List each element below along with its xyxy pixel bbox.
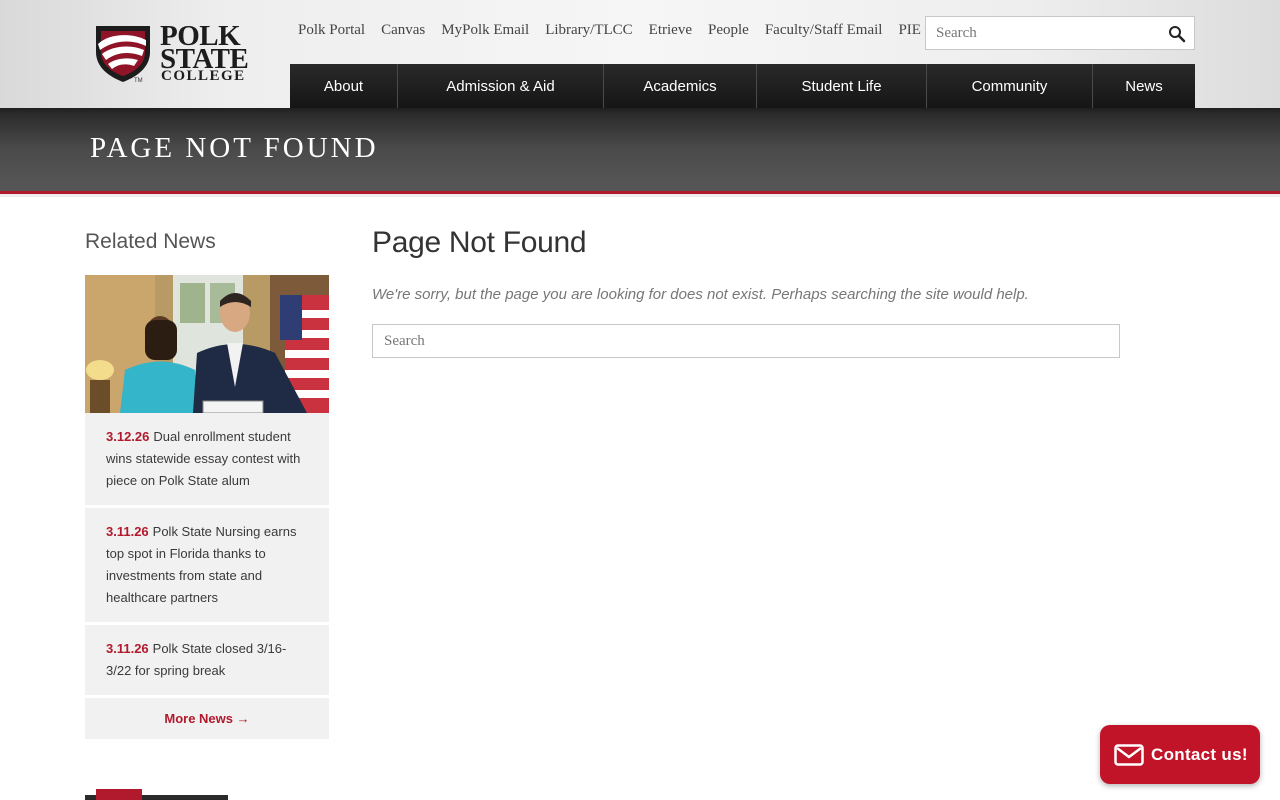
content-heading: Page Not Found (372, 226, 587, 259)
more-news-link[interactable]: More News → (85, 698, 329, 739)
news-item[interactable]: 3.11.26 Polk State closed 3/16-3/22 for s… (85, 625, 329, 695)
util-link-canvas[interactable]: Canvas (381, 22, 425, 42)
news-item[interactable]: 3.11.26 Polk State Nursing earns top spot… (85, 508, 329, 622)
util-link-library[interactable]: Library/TLCC (545, 22, 632, 42)
nav-student-life[interactable]: Student Life (757, 64, 927, 108)
site-header: TM POLK STATE COLLEGE Polk Portal Canvas… (0, 0, 1280, 108)
header-search (925, 16, 1195, 50)
page-title: PAGE NOT FOUND (90, 132, 379, 164)
nav-community[interactable]: Community (927, 64, 1093, 108)
news-date: 3.12.26 (106, 429, 150, 444)
contact-us-label: Contact us! (1151, 744, 1248, 764)
sidebar-section-tab (85, 789, 228, 800)
util-link-etrieve[interactable]: Etrieve (649, 22, 692, 42)
contact-us-button[interactable]: Contact us! (1100, 725, 1260, 784)
util-link-polk-portal[interactable]: Polk Portal (298, 22, 365, 42)
related-news-heading: Related News (85, 230, 216, 253)
page-search-input[interactable] (373, 325, 1119, 357)
nav-admission-aid[interactable]: Admission & Aid (398, 64, 604, 108)
shield-logo-icon: TM (96, 26, 150, 84)
news-date: 3.11.26 (106, 524, 149, 539)
util-link-mypolk-email[interactable]: MyPolk Email (441, 22, 529, 42)
nav-news[interactable]: News (1093, 64, 1195, 108)
util-link-people[interactable]: People (708, 22, 749, 42)
news-photo-image (85, 275, 329, 413)
sidebar-tab-accent (96, 789, 142, 800)
main-nav: About Admission & Aid Academics Student … (290, 64, 1195, 108)
page-search (372, 324, 1120, 358)
nav-academics[interactable]: Academics (604, 64, 757, 108)
polk-state-logo[interactable]: TM POLK STATE COLLEGE (92, 22, 268, 84)
search-icon[interactable] (1168, 25, 1186, 43)
logo-line-college: COLLEGE (161, 68, 246, 84)
sidebar: Related News 3.12.26 Dual enrollment stu… (85, 228, 329, 800)
main-content: Page Not Found We're sorry, but the page… (372, 226, 1120, 358)
nav-about[interactable]: About (290, 64, 398, 108)
utility-nav: Polk Portal Canvas MyPolk Email Library/… (290, 22, 929, 42)
util-link-faculty-email[interactable]: Faculty/Staff Email (765, 22, 883, 42)
header-search-input[interactable] (926, 17, 1161, 49)
svg-text:TM: TM (134, 78, 143, 84)
envelope-icon (1114, 743, 1144, 766)
news-date: 3.11.26 (106, 641, 149, 656)
news-photo[interactable] (85, 275, 329, 413)
page-title-banner: PAGE NOT FOUND (0, 108, 1280, 197)
not-found-message: We're sorry, but the page you are lookin… (372, 286, 1029, 303)
util-link-pie[interactable]: PIE (898, 22, 921, 42)
news-item[interactable]: 3.12.26 Dual enrollment student wins stat… (85, 413, 329, 505)
